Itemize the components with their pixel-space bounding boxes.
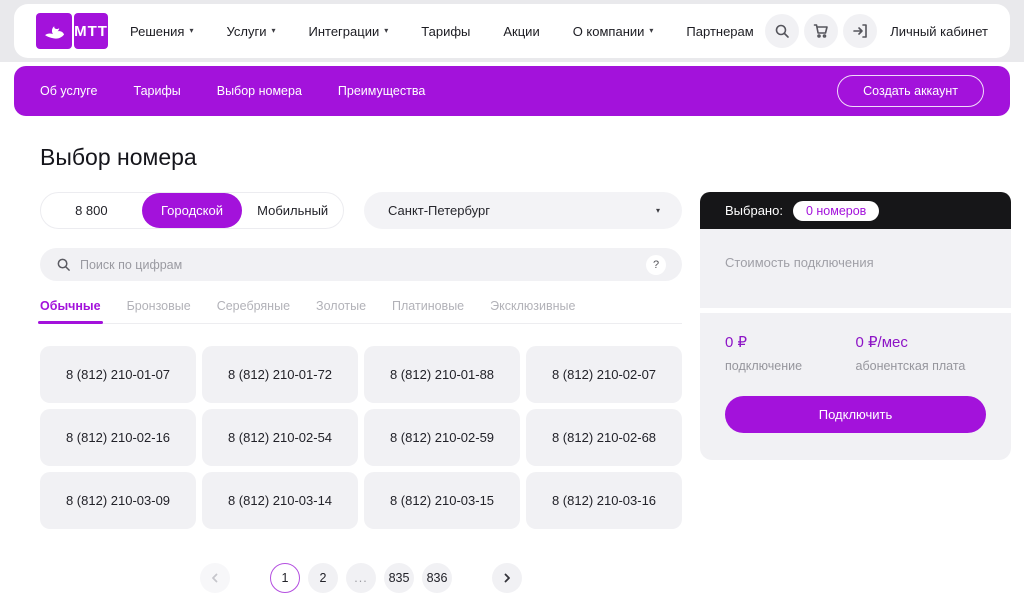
subnav-items: Об услуге Тарифы Выбор номера Преимущества xyxy=(40,84,425,98)
subnav-item[interactable]: Об услуге xyxy=(40,84,98,98)
category-tab[interactable]: Серебряные xyxy=(217,299,290,313)
chevron-down-icon: ▾ xyxy=(649,27,653,35)
nav-item-label: Тарифы xyxy=(421,24,470,39)
nav-item-label: Партнерам xyxy=(686,24,753,39)
search-button[interactable] xyxy=(765,14,799,48)
pagination-page[interactable]: 835 xyxy=(384,563,414,593)
chevron-left-icon xyxy=(210,573,220,583)
phone-number-card[interactable]: 8 (812) 210-03-14 xyxy=(202,472,358,529)
search-icon xyxy=(56,257,71,272)
phone-number-card[interactable]: 8 (812) 210-02-16 xyxy=(40,409,196,466)
pagination-page[interactable]: ... xyxy=(346,563,376,593)
cost-title: Стоимость подключения xyxy=(725,255,874,270)
pagination: 12... 835 836 xyxy=(40,563,682,593)
help-button[interactable]: ? xyxy=(646,255,666,275)
chevron-down-icon: ▾ xyxy=(656,207,660,215)
category-tab[interactable]: Платиновые xyxy=(392,299,464,313)
numbers-grid: 8 (812) 210-01-078 (812) 210-01-728 (812… xyxy=(40,346,682,529)
subnav-item[interactable]: Тарифы xyxy=(134,84,181,98)
phone-number-card[interactable]: 8 (812) 210-03-09 xyxy=(40,472,196,529)
city-select[interactable]: Санкт-Петербург ▾ xyxy=(364,192,682,229)
pagination-page[interactable]: 836 xyxy=(422,563,452,593)
monthly-price-label: абонентская плата xyxy=(856,359,987,373)
nav-item-label: Интеграции xyxy=(309,24,380,39)
nav-item[interactable]: Решения ▾ xyxy=(130,24,194,39)
category-tab[interactable]: Эксклюзивные xyxy=(490,299,575,313)
main-nav: Решения ▾ Услуги ▾ Интеграции ▾ Тарифы ▾… xyxy=(130,24,754,39)
login-arrow-icon xyxy=(852,23,868,39)
selection-header: Выбрано: 0 номеров xyxy=(700,192,1011,229)
cart-icon xyxy=(813,23,829,39)
chevron-down-icon: ▾ xyxy=(271,27,275,35)
page-title: Выбор номера xyxy=(40,144,197,171)
number-picker: 8 800ГородскойМобильный Санкт-Петербург … xyxy=(40,192,682,593)
service-subnav: Об услугеТарифыВыбор номераПреимущества … xyxy=(14,66,1010,116)
nav-item-label: Акции xyxy=(503,24,539,39)
number-type-tabs: 8 800ГородскойМобильный xyxy=(40,192,344,229)
cost-panel: Стоимость подключения xyxy=(700,229,1011,308)
number-category-tabs: Обычные Бронзовые Серебряные Золотые Платино… xyxy=(40,299,682,324)
connect-button[interactable]: Подключить xyxy=(725,396,986,433)
phone-number-card[interactable]: 8 (812) 210-02-54 xyxy=(202,409,358,466)
category-tab[interactable]: Бронзовые xyxy=(127,299,191,313)
create-account-button[interactable]: Создать аккаунт xyxy=(837,75,984,107)
phone-number-card[interactable]: 8 (812) 210-02-59 xyxy=(364,409,520,466)
nav-item[interactable]: Акции ▾ xyxy=(503,24,539,39)
brand-logo-text: МТТ xyxy=(74,13,108,49)
search-icon xyxy=(774,23,790,39)
selection-summary: Выбрано: 0 номеров Стоимость подключения… xyxy=(700,192,1011,460)
setup-price-block: 0 ₽ подключение xyxy=(725,333,856,373)
nav-item[interactable]: Тарифы ▾ xyxy=(421,24,470,39)
selected-label: Выбрано: xyxy=(725,203,783,218)
number-type-tab[interactable]: Городской xyxy=(142,193,243,228)
brand-label: МТТ xyxy=(74,23,108,40)
price-panel: 0 ₽ подключение 0 ₽/мес абонентская плат… xyxy=(700,313,1011,460)
city-select-value: Санкт-Петербург xyxy=(388,203,490,218)
chevron-down-icon: ▾ xyxy=(189,27,193,35)
pagination-next-button[interactable] xyxy=(492,563,522,593)
account-link[interactable]: Личный кабинет xyxy=(890,24,988,39)
phone-number-card[interactable]: 8 (812) 210-03-16 xyxy=(526,472,682,529)
category-tab[interactable]: Золотые xyxy=(316,299,366,313)
login-button[interactable] xyxy=(843,14,877,48)
phone-number-card[interactable]: 8 (812) 210-01-88 xyxy=(364,346,520,403)
cart-button[interactable] xyxy=(804,14,838,48)
pagination-page[interactable]: 1 xyxy=(270,563,300,593)
chevron-down-icon: ▾ xyxy=(384,27,388,35)
number-type-tab[interactable]: Мобильный xyxy=(242,193,343,228)
phone-number-card[interactable]: 8 (812) 210-01-07 xyxy=(40,346,196,403)
category-tab[interactable]: Обычные xyxy=(40,299,101,313)
phone-number-card[interactable]: 8 (812) 210-03-15 xyxy=(364,472,520,529)
nav-item-label: О компании xyxy=(573,24,645,39)
mtt-logo[interactable]: МТТ xyxy=(36,13,108,49)
nav-item[interactable]: О компании ▾ xyxy=(573,24,654,39)
pagination-prev-button[interactable] xyxy=(200,563,230,593)
monthly-price: 0 ₽/мес xyxy=(856,333,987,351)
nav-item[interactable]: Интеграции ▾ xyxy=(309,24,389,39)
chevron-right-icon xyxy=(502,573,512,583)
setup-price: 0 ₽ xyxy=(725,333,856,351)
subnav-item[interactable]: Преимущества xyxy=(338,84,425,98)
setup-price-label: подключение xyxy=(725,359,856,373)
bird-logo-icon xyxy=(36,13,72,49)
phone-number-card[interactable]: 8 (812) 210-01-72 xyxy=(202,346,358,403)
pagination-pages: 12... 835 836 xyxy=(270,563,452,593)
selected-count-badge: 0 номеров xyxy=(793,201,879,221)
header-actions: Личный кабинет xyxy=(765,14,988,48)
digits-search-input[interactable] xyxy=(80,258,637,272)
nav-item[interactable]: Услуги ▾ xyxy=(227,24,276,39)
nav-item-label: Решения xyxy=(130,24,184,39)
number-type-tab[interactable]: 8 800 xyxy=(41,193,142,228)
nav-item-label: Услуги xyxy=(227,24,267,39)
phone-number-card[interactable]: 8 (812) 210-02-07 xyxy=(526,346,682,403)
digits-search: ? xyxy=(40,248,682,281)
phone-number-card[interactable]: 8 (812) 210-02-68 xyxy=(526,409,682,466)
subnav-item[interactable]: Выбор номера xyxy=(217,84,302,98)
filters-row: 8 800ГородскойМобильный Санкт-Петербург … xyxy=(40,192,682,229)
pagination-page[interactable]: 2 xyxy=(308,563,338,593)
monthly-price-block: 0 ₽/мес абонентская плата xyxy=(856,333,987,373)
nav-item[interactable]: Партнерам ▾ xyxy=(686,24,753,39)
price-row: 0 ₽ подключение 0 ₽/мес абонентская плат… xyxy=(725,333,986,373)
main-header: МТТ Решения ▾ Услуги ▾ Интеграции ▾ Тари… xyxy=(14,4,1010,58)
